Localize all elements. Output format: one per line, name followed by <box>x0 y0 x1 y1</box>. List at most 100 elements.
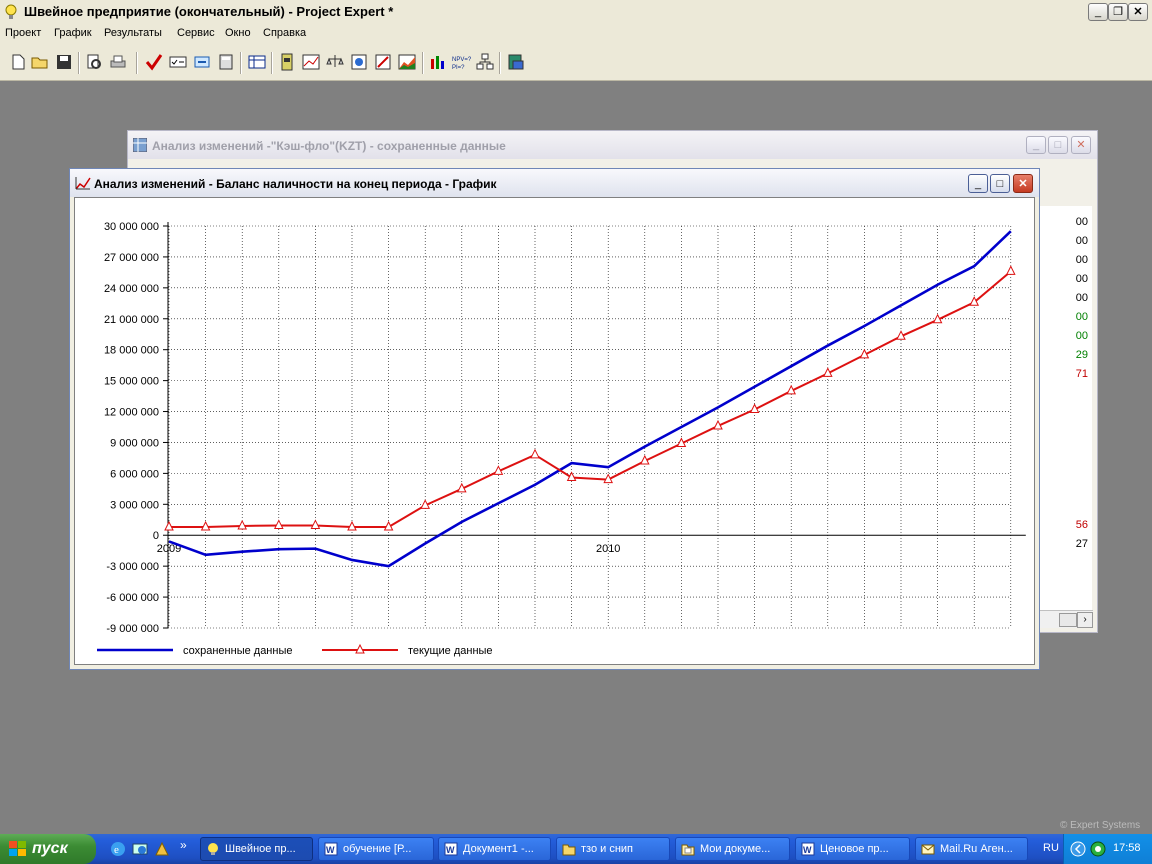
table-cell-value: 29 <box>1075 349 1088 361</box>
print-preview-icon[interactable] <box>85 53 103 71</box>
windows-logo-icon <box>9 841 26 856</box>
series-line-saved <box>168 230 1012 568</box>
chart-maximize-button[interactable]: □ <box>990 174 1010 193</box>
scroll-thumb[interactable] <box>1059 613 1077 627</box>
tray-collapse-icon[interactable] <box>1070 841 1086 857</box>
task-my-documents[interactable]: Мои докуме... <box>675 837 790 861</box>
svg-text:W: W <box>803 845 812 855</box>
mail-envelope-icon <box>921 844 935 855</box>
chart-close-button[interactable]: ✕ <box>1013 174 1033 193</box>
task-project-expert[interactable]: Швейное пр... <box>200 837 313 861</box>
cashflow-window-title: Анализ изменений -"Кэш-фло"(KZT) - сохра… <box>152 139 506 153</box>
toolbar-separator <box>136 52 138 74</box>
checklist-icon[interactable] <box>169 53 187 71</box>
app-title-bar[interactable]: Швейное предприятие (окончательный) - Pr… <box>0 0 1152 25</box>
new-file-icon[interactable] <box>9 53 27 71</box>
chart-window[interactable]: Анализ изменений - Баланс наличности на … <box>69 168 1040 670</box>
menu-project[interactable]: Проект <box>5 27 41 39</box>
database-icon[interactable] <box>507 53 525 71</box>
outlook-express-icon[interactable] <box>132 841 148 857</box>
scroll-right-arrow-icon[interactable]: › <box>1077 612 1093 628</box>
task-folder-tzo[interactable]: тзо и снип <box>556 837 670 861</box>
structure-icon[interactable] <box>476 53 494 71</box>
save-icon[interactable] <box>55 53 73 71</box>
globe-report-icon[interactable] <box>350 53 368 71</box>
menu-window[interactable]: Окно <box>225 27 251 39</box>
check-icon[interactable] <box>145 53 163 71</box>
svg-text:W: W <box>446 845 455 855</box>
restore-button[interactable]: ❐ <box>1108 3 1128 21</box>
task-word-document1[interactable]: W Документ1 -... <box>438 837 551 861</box>
npv-pi-icon[interactable]: NPV=? PI=? <box>452 53 472 71</box>
menu-bar: Проект График Результаты Сервис Окно Спр… <box>0 24 1152 44</box>
data-point-marker <box>530 448 540 459</box>
app-title: Швейное предприятие (окончательный) - Pr… <box>24 4 394 19</box>
task-label: Ценовое пр... <box>820 843 889 855</box>
sync-icon[interactable] <box>193 53 211 71</box>
series-line-current <box>169 270 1012 528</box>
cashflow-window-title-bar[interactable]: Анализ изменений -"Кэш-фло"(KZT) - сохра… <box>128 131 1097 159</box>
y-tick-label: 18 000 000 <box>104 345 159 357</box>
table-cell-value: 27 <box>1075 538 1088 550</box>
word-document-icon: W <box>801 842 815 856</box>
open-folder-icon[interactable] <box>31 53 49 71</box>
task-mailru-agent[interactable]: Mail.Ru Аген... <box>915 837 1028 861</box>
cashflow-close-button[interactable]: ✕ <box>1071 136 1091 154</box>
chart-window-title-bar[interactable]: Анализ изменений - Баланс наличности на … <box>70 169 1039 197</box>
bar-chart-icon[interactable] <box>429 53 447 71</box>
quicklaunch-expand-icon[interactable]: » <box>180 838 187 852</box>
calculator-icon[interactable] <box>217 53 235 71</box>
toolbar-separator <box>499 52 501 74</box>
task-label: Документ1 -... <box>463 843 534 855</box>
table-icon[interactable] <box>248 53 266 71</box>
menu-results[interactable]: Результаты <box>104 27 162 39</box>
word-document-icon: W <box>324 842 338 856</box>
chart-area: 30 000 000 27 000 000 24 000 000 21 000 000… <box>74 197 1035 665</box>
menu-chart[interactable]: График <box>54 27 92 39</box>
minimize-button[interactable]: _ <box>1088 3 1108 21</box>
table-cell-value: 71 <box>1075 368 1088 380</box>
y-tick-label: 30 000 000 <box>104 221 159 233</box>
menu-service[interactable]: Сервис <box>177 27 215 39</box>
cashflow-table[interactable]: 00 00 00 00 00 00 00 29 71 56 27 <box>1033 206 1092 611</box>
chart-minimize-button[interactable]: _ <box>968 174 988 193</box>
internet-explorer-icon[interactable]: e <box>110 841 126 857</box>
balance-icon[interactable] <box>326 53 344 71</box>
network-status-icon[interactable] <box>1090 841 1106 857</box>
language-indicator[interactable]: RU <box>1043 842 1059 854</box>
lightbulb-icon <box>5 4 17 19</box>
print-icon[interactable] <box>109 53 127 71</box>
table-cell-value: 00 <box>1075 216 1088 228</box>
cashflow-icon[interactable] <box>302 53 320 71</box>
cashflow-horizontal-scrollbar[interactable]: › <box>1033 610 1093 628</box>
quicklaunch-app-icon[interactable] <box>154 841 170 857</box>
y-tick-label: 27 000 000 <box>104 252 159 264</box>
system-tray: RU 17:58 <box>1043 834 1152 864</box>
toolbar-separator <box>271 52 273 74</box>
table-cell-value: 00 <box>1075 311 1088 323</box>
toolbar-separator <box>240 52 242 74</box>
balance-line-chart: 30 000 000 27 000 000 24 000 000 21 000 000… <box>97 221 1026 657</box>
line-chart-icon <box>75 177 91 190</box>
cashflow-maximize-button[interactable]: □ <box>1048 136 1068 154</box>
y-tick-label: -9 000 000 <box>106 623 159 635</box>
table-cell-value: 56 <box>1075 519 1088 531</box>
table-window-icon <box>133 138 147 152</box>
data-point-marker <box>273 519 284 529</box>
area-chart-icon[interactable] <box>398 53 416 71</box>
legend-label-saved: сохраненные данные <box>183 645 292 657</box>
start-label: пуск <box>32 840 68 857</box>
start-button[interactable]: пуск <box>0 834 96 864</box>
menu-help[interactable]: Справка <box>263 27 306 39</box>
svg-text:e: e <box>114 844 119 856</box>
y-tick-label: 15 000 000 <box>104 376 159 388</box>
svg-text:NPV=?: NPV=? <box>452 57 472 63</box>
task-word-price[interactable]: W Ценовое пр... <box>795 837 910 861</box>
report-icon[interactable] <box>278 53 296 71</box>
close-button[interactable]: ✕ <box>1128 3 1148 21</box>
table-cell-value: 00 <box>1075 254 1088 266</box>
task-word-training[interactable]: W обучение [Р... <box>318 837 434 861</box>
cashflow-minimize-button[interactable]: _ <box>1026 136 1046 154</box>
edit-report-icon[interactable] <box>374 53 392 71</box>
task-label: Mail.Ru Аген... <box>940 843 1013 855</box>
